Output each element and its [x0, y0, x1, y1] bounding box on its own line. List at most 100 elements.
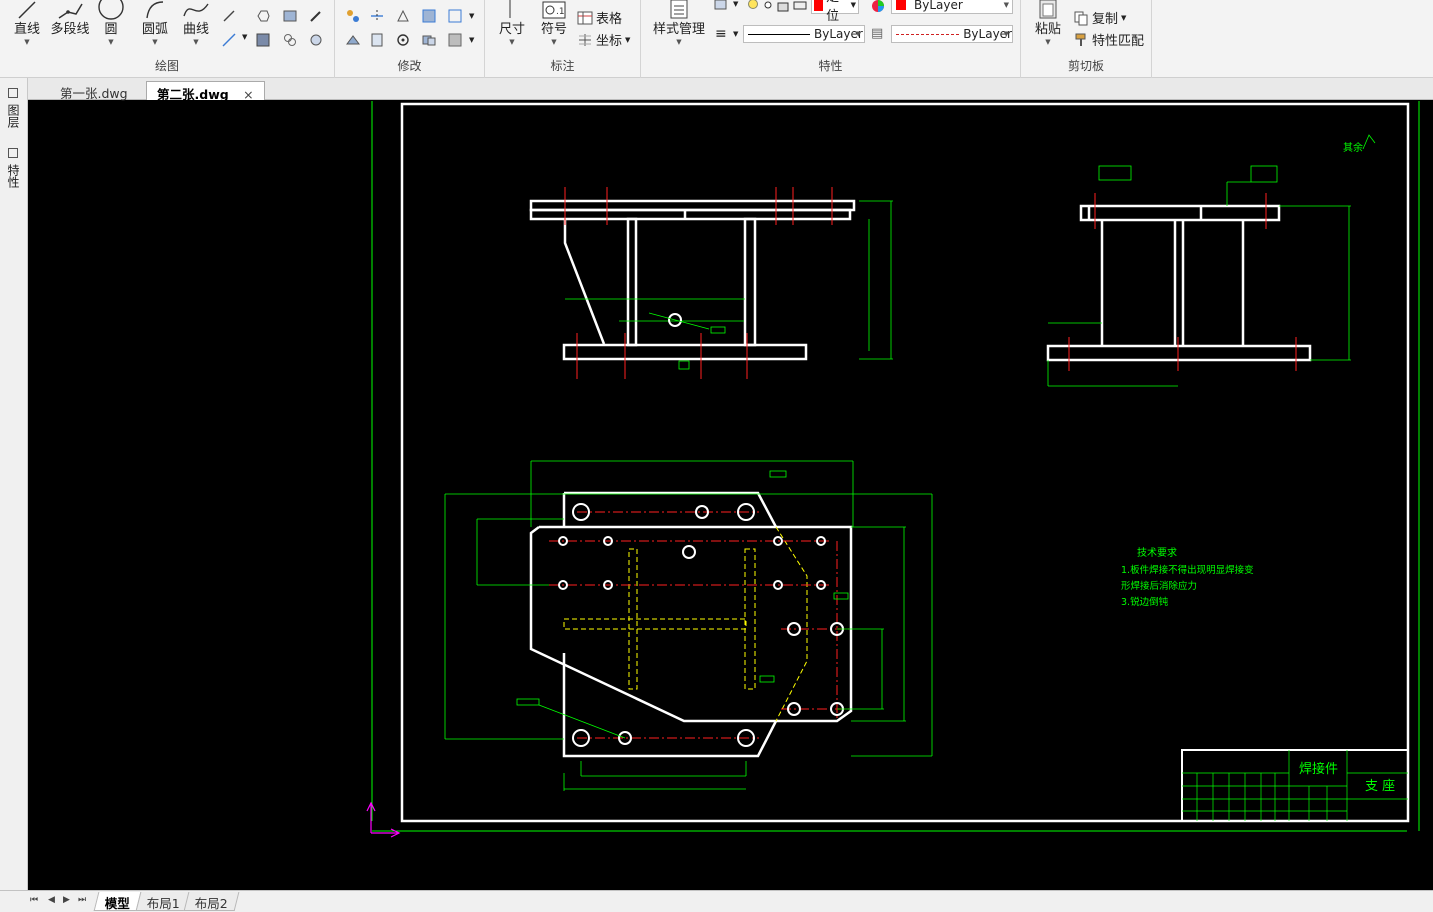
lineweight-icon[interactable]: ≡	[715, 26, 727, 42]
symbol-button[interactable]: .1 符号 ▼	[537, 0, 571, 46]
doc-tab-1[interactable]: 第一张.dwg	[50, 81, 138, 101]
chevron-down-icon[interactable]: ▼	[469, 12, 474, 20]
paste-button[interactable]: 粘贴 ▼	[1031, 0, 1065, 46]
rotate-icon[interactable]	[395, 32, 411, 48]
chevron-down-icon: ▼	[1045, 38, 1051, 46]
linetype-combo[interactable]: ByLayer ▼	[743, 25, 865, 43]
chevron-down-icon: ▼	[855, 30, 861, 38]
properties-palette-tab[interactable]: 特性	[6, 148, 22, 188]
red-swatch-icon	[896, 0, 906, 10]
layers-icon	[8, 88, 18, 98]
document-tab-bar: 第一张.dwg 第二张.dwg ×	[0, 78, 1433, 102]
match-properties-button[interactable]: 特性匹配	[1073, 30, 1144, 49]
color-combo[interactable]: ByLayer ▼	[891, 0, 1013, 14]
tech-requirements-title: 技术要求	[1137, 546, 1177, 559]
ray-icon[interactable]	[221, 8, 237, 24]
color-wheel-icon[interactable]	[870, 0, 886, 14]
rectangle-icon[interactable]	[255, 8, 271, 24]
offset-icon[interactable]	[421, 8, 437, 24]
layer-state-combo[interactable]: 定位 ▼	[811, 0, 859, 24]
wipeout-icon[interactable]	[308, 32, 324, 48]
mirror-icon[interactable]	[395, 8, 411, 24]
circle-icon	[98, 0, 124, 20]
arc-icon	[146, 1, 164, 19]
dimension-label: 尺寸	[498, 22, 525, 37]
chevron-down-icon: ▼	[551, 38, 557, 46]
style-manager-button[interactable]: 样式管理 ▼	[647, 0, 711, 46]
hatch-icon[interactable]	[255, 32, 271, 48]
last-tab-icon[interactable]: ⏭	[78, 895, 86, 905]
point-icon[interactable]	[308, 8, 324, 24]
lock-icon[interactable]	[775, 0, 791, 13]
ribbon: 直线 ▼ 多段线 圆 ▼ 圆弧 ▼ 曲线 ▼ ▼ 绘图 ▼ ▼ 修改 尺寸 ▼ …	[0, 0, 1433, 78]
stretch-icon[interactable]	[345, 32, 361, 48]
color-value: ByLayer	[914, 0, 963, 12]
layer-properties-icon[interactable]	[713, 0, 729, 14]
copy-object-icon[interactable]	[345, 8, 361, 24]
table-button[interactable]: 表格	[577, 8, 622, 27]
chevron-down-icon: ▼	[509, 38, 515, 46]
layers-palette-tab[interactable]: 图层	[6, 88, 22, 128]
clipboard-icon	[1039, 0, 1057, 19]
coordinate-button[interactable]: 坐标 ▼	[577, 30, 630, 49]
layers-label: 图层	[6, 103, 20, 128]
layout-tab-label: 布局2	[194, 896, 228, 911]
lineweight-combo[interactable]: ByLayer ▼	[891, 25, 1013, 43]
xline-icon[interactable]	[221, 32, 237, 48]
title-block: 焊接件 支 座	[1181, 749, 1409, 822]
chevron-down-icon: ▼	[1003, 30, 1009, 38]
draw-panel: 直线 ▼ 多段线 圆 ▼ 圆弧 ▼ 曲线 ▼ ▼ 绘图	[0, 0, 335, 78]
dashdot-line-preview	[896, 33, 960, 35]
region-icon[interactable]	[282, 8, 298, 24]
cad-app-window: 直线 ▼ 多段线 圆 ▼ 圆弧 ▼ 曲线 ▼ ▼ 绘图 ▼ ▼ 修改 尺寸 ▼ …	[0, 0, 1433, 912]
chevron-down-icon[interactable]: ▼	[469, 36, 474, 44]
layout-tab-label: 布局1	[146, 896, 180, 911]
array-icon[interactable]	[447, 8, 463, 24]
arc-button[interactable]: 圆弧 ▼	[138, 0, 172, 46]
chevron-down-icon[interactable]: ▼	[733, 0, 738, 8]
chevron-down-icon[interactable]: ▼	[733, 30, 738, 38]
lightbulb-icon[interactable]	[745, 0, 761, 13]
coordinate-icon	[579, 33, 591, 46]
line-button[interactable]: 直线 ▼	[10, 0, 44, 46]
printer-icon[interactable]	[792, 0, 808, 13]
drawing-frame	[400, 102, 1410, 823]
style-manager-label: 样式管理	[652, 22, 705, 37]
doc-tab-2[interactable]: 第二张.dwg ×	[146, 81, 265, 102]
trim-icon[interactable]	[369, 8, 385, 24]
chevron-down-icon[interactable]: ▼	[242, 33, 247, 41]
tech-requirement-line-3: 3.锐边倒钝	[1121, 596, 1169, 608]
modify-panel: ▼ ▼ 修改	[335, 0, 485, 78]
front-view	[529, 187, 893, 379]
circle-button[interactable]: 圆 ▼	[96, 0, 126, 46]
layout-tab-1[interactable]: 布局1	[135, 892, 192, 911]
sun-icon[interactable]	[760, 0, 776, 13]
circle-label: 圆	[104, 22, 118, 37]
first-tab-icon[interactable]: ⏮	[30, 895, 38, 905]
drawing-canvas[interactable]: 其余 技术要求 1.板件焊接不得出现明显焊接变 形焊接后消除应力 3.锐边倒钝	[29, 101, 1433, 890]
polyline-icon	[58, 3, 83, 19]
copy-button[interactable]: 复制 ▼	[1073, 8, 1126, 27]
properties-icon	[8, 148, 18, 158]
curve-button[interactable]: 曲线 ▼	[178, 0, 214, 46]
close-icon[interactable]: ×	[243, 87, 253, 102]
boundary-icon[interactable]	[282, 32, 298, 48]
scale-icon[interactable]	[369, 32, 385, 48]
clipboard-panel: 粘贴 ▼ 复制 ▼ 特性匹配 剪切板	[1021, 0, 1152, 78]
dimension-button[interactable]: 尺寸 ▼	[495, 0, 529, 46]
polyline-label: 多段线	[50, 22, 90, 37]
table-icon	[577, 11, 593, 24]
layer-state-value: 定位	[826, 0, 840, 24]
chevron-down-icon: ▼	[108, 38, 114, 46]
explode-icon[interactable]	[421, 32, 437, 48]
layout-tab-model[interactable]: 模型	[93, 892, 142, 911]
next-tab-icon[interactable]: ▶	[63, 895, 70, 905]
red-swatch-icon	[814, 0, 824, 11]
copy-label: 复制	[1092, 12, 1119, 27]
transparency-icon[interactable]: ▤	[871, 26, 883, 41]
drawing-svg[interactable]: 其余 技术要求 1.板件焊接不得出现明显焊接变 形焊接后消除应力 3.锐边倒钝	[29, 101, 1433, 890]
erase-icon[interactable]	[447, 32, 463, 48]
polyline-button[interactable]: 多段线	[48, 0, 92, 38]
layout-tab-2[interactable]: 布局2	[183, 892, 240, 911]
prev-tab-icon[interactable]: ◀	[48, 895, 55, 905]
